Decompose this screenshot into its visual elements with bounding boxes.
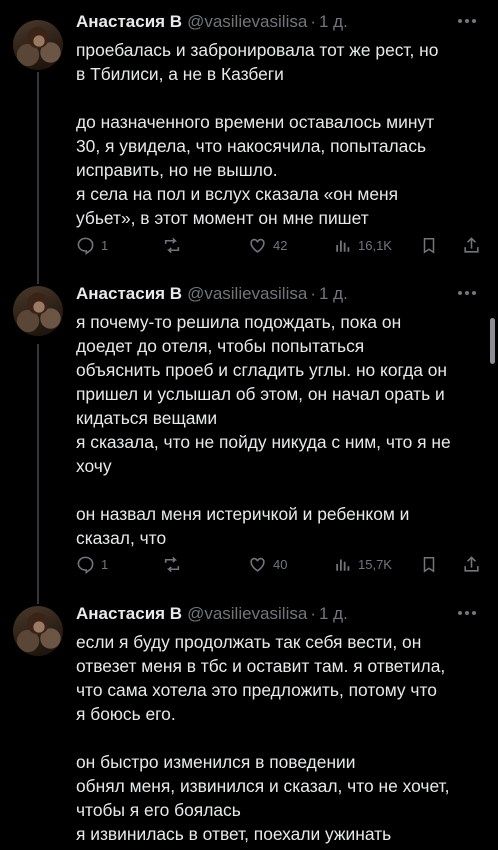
text-line: пришел и услышал об этом, он начал орать…: [76, 384, 445, 404]
timestamp[interactable]: 1 д.: [319, 12, 348, 32]
timestamp[interactable]: 1 д.: [319, 604, 348, 624]
text-line: он назвал меня истеричкой и ребенком и: [76, 504, 410, 524]
author-handle[interactable]: @vasilievasilisa: [187, 284, 307, 304]
tweet-header: Анастасия В @vasilievasilisa · 1 д.: [76, 284, 348, 304]
like-button[interactable]: 40: [248, 555, 287, 574]
text-line: 30, я увидела, что накосячила, попыталас…: [76, 136, 427, 156]
action-bar: 1 40 15,7K: [76, 555, 486, 577]
reply-icon: [77, 556, 94, 574]
separator-dot: ·: [310, 604, 316, 623]
text-line: чтобы я его боялась: [76, 800, 241, 820]
retweet-button[interactable]: [162, 236, 182, 255]
more-options-icon[interactable]: [458, 611, 476, 615]
views-button[interactable]: 16,1K: [334, 236, 392, 254]
bookmark-button[interactable]: [420, 555, 438, 574]
reply-count: 1: [101, 238, 109, 253]
tweet-text: проебалась и забронировала тот же рест, …: [76, 38, 486, 230]
text-line: я почему-то решила подождать, пока он: [76, 312, 402, 332]
text-line: я извинилась в ответ, поехали ужинать: [76, 824, 392, 844]
analytics-icon: [336, 240, 350, 252]
text-line: кидаться вещами: [76, 408, 218, 428]
text-line: я сказала, что не пойду никуда с ним, чт…: [76, 432, 451, 452]
bookmark-icon: [423, 238, 435, 254]
reply-icon: [77, 237, 94, 255]
reply-button[interactable]: 1: [76, 236, 108, 255]
text-line: он быстро изменился в поведении: [76, 752, 356, 772]
like-button[interactable]: 42: [248, 236, 287, 255]
bookmark-button[interactable]: [420, 236, 438, 255]
tweet-header: Анастасия В @vasilievasilisa · 1 д.: [76, 604, 348, 624]
tweet-text: я почему-то решила подождать, пока он до…: [76, 310, 486, 550]
text-line: если я буду продолжать так себя вести, о…: [76, 632, 422, 652]
thread-line: [37, 278, 39, 284]
thread-line: [37, 72, 39, 278]
avatar[interactable]: [13, 606, 63, 656]
text-line: я боюсь его.: [76, 704, 176, 724]
reply-count: 1: [101, 557, 109, 572]
separator-dot: ·: [310, 284, 316, 303]
share-icon: [464, 237, 479, 253]
author-name[interactable]: Анастасия В: [76, 604, 182, 624]
heart-icon: [250, 238, 265, 253]
text-line: проебалась и забронировала тот же рест, …: [76, 40, 439, 60]
more-options-icon[interactable]: [458, 291, 476, 295]
share-button[interactable]: [462, 555, 481, 574]
tweet-1[interactable]: Анастасия В @vasilievasilisa · 1 д. прое…: [0, 0, 498, 280]
author-handle[interactable]: @vasilievasilisa: [187, 12, 307, 32]
view-count: 16,1K: [358, 237, 392, 253]
retweet-icon: [164, 237, 180, 254]
text-line: доедет до отеля, чтобы попытаться: [76, 336, 365, 356]
text-line: объяснить проеб и сгладить углы. но когд…: [76, 360, 448, 380]
avatar[interactable]: [13, 20, 63, 70]
text-line: что сама хотела это предложить, потому ч…: [76, 680, 437, 700]
heart-icon: [250, 557, 265, 572]
text-line: хочу: [76, 456, 112, 476]
author-handle[interactable]: @vasilievasilisa: [187, 604, 307, 624]
retweet-icon: [164, 556, 180, 573]
text-line: я села на пол и вслух сказала «он меня: [76, 184, 399, 204]
view-count: 15,7K: [358, 556, 392, 572]
action-bar: 1 42 16,1K: [76, 236, 486, 258]
text-line: до назначенного времени оставалось минут: [76, 112, 435, 132]
share-button[interactable]: [462, 236, 481, 255]
thread-line: [37, 598, 39, 604]
like-count: 40: [273, 557, 288, 572]
text-line: обнял меня, извинился и сказал, что не х…: [76, 776, 450, 796]
thread-line: [37, 344, 39, 600]
more-options-icon[interactable]: [458, 19, 476, 23]
author-name[interactable]: Анастасия В: [76, 284, 182, 304]
share-icon: [464, 556, 479, 572]
tweet-text: если я буду продолжать так себя вести, о…: [76, 630, 486, 846]
reply-button[interactable]: 1: [76, 555, 108, 574]
timestamp[interactable]: 1 д.: [319, 284, 348, 304]
scrollbar[interactable]: [490, 318, 495, 364]
retweet-button[interactable]: [162, 555, 182, 574]
text-line: убьет», в этот момент он мне пишет: [76, 208, 369, 228]
like-count: 42: [273, 238, 288, 253]
text-line: исправить, но не вышло.: [76, 160, 278, 180]
avatar[interactable]: [13, 286, 63, 336]
text-line: в Тбилиси, а не в Казбеги: [76, 64, 284, 84]
text-line: отвезет меня в тбс и оставит там. я отве…: [76, 656, 446, 676]
text-line: сказал, что: [76, 528, 167, 548]
tweet-3[interactable]: Анастасия В @vasilievasilisa · 1 д. если…: [0, 598, 498, 850]
separator-dot: ·: [310, 12, 316, 31]
analytics-icon: [336, 559, 350, 571]
tweet-header: Анастасия В @vasilievasilisa · 1 д.: [76, 12, 348, 32]
views-button[interactable]: 15,7K: [334, 555, 392, 573]
author-name[interactable]: Анастасия В: [76, 12, 182, 32]
tweet-2[interactable]: Анастасия В @vasilievasilisa · 1 д. я по…: [0, 278, 498, 600]
bookmark-icon: [423, 557, 435, 573]
